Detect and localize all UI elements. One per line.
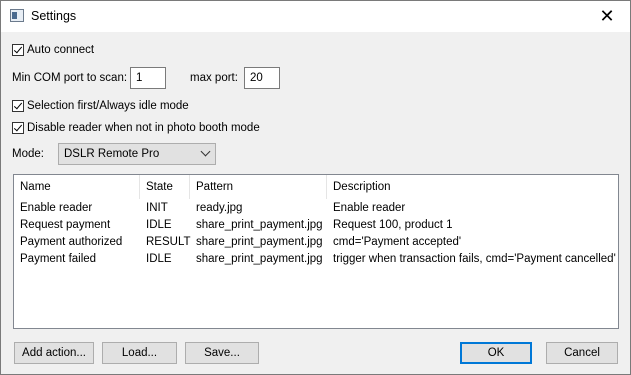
table-row[interactable]: Payment authorized RESULT share_print_pa…: [14, 234, 618, 251]
min-com-port-input[interactable]: [130, 67, 166, 89]
column-header-state[interactable]: State: [140, 175, 190, 199]
row-name: Payment authorized: [20, 236, 123, 248]
ok-button[interactable]: OK: [460, 342, 532, 364]
list-header: Name State Pattern Description: [14, 175, 618, 199]
disable-reader-label: Disable reader when not in photo booth m…: [27, 122, 260, 134]
row-pattern: ready.jpg: [196, 202, 243, 214]
row-state: IDLE: [146, 253, 172, 265]
row-name: Enable reader: [20, 202, 93, 214]
table-row[interactable]: Payment failed IDLE share_print_payment.…: [14, 251, 618, 268]
max-port-input[interactable]: [244, 67, 280, 89]
table-row[interactable]: Request payment IDLE share_print_payment…: [14, 217, 618, 234]
disable-reader-checkbox[interactable]: Disable reader when not in photo booth m…: [12, 122, 260, 134]
selection-first-label: Selection first/Always idle mode: [27, 100, 189, 112]
row-state: RESULT: [146, 236, 191, 248]
save-button[interactable]: Save...: [185, 342, 259, 364]
column-header-name[interactable]: Name: [14, 175, 140, 199]
row-pattern: share_print_payment.jpg: [196, 253, 323, 265]
min-com-label: Min COM port to scan:: [12, 72, 128, 84]
close-button[interactable]: ✕: [584, 1, 630, 32]
window-title: Settings: [31, 9, 77, 23]
row-description: Enable reader: [333, 202, 406, 214]
settings-app-icon: [10, 9, 24, 22]
settings-dialog: Settings ✕ Auto connect Min COM port to …: [0, 0, 631, 375]
mode-select[interactable]: DSLR Remote Pro: [58, 143, 216, 165]
auto-connect-checkbox[interactable]: Auto connect: [12, 44, 94, 56]
row-description: trigger when transaction fails, cmd='Pay…: [333, 253, 616, 265]
row-description: Request 100, product 1: [333, 219, 453, 231]
row-pattern: share_print_payment.jpg: [196, 236, 323, 248]
column-header-pattern[interactable]: Pattern: [190, 175, 327, 199]
table-row[interactable]: Enable reader INIT ready.jpg Enable read…: [14, 200, 618, 217]
title-bar: Settings ✕: [1, 1, 630, 32]
checkmark-icon: [12, 122, 24, 134]
mode-select-value: DSLR Remote Pro: [64, 148, 160, 160]
selection-first-checkbox[interactable]: Selection first/Always idle mode: [12, 100, 189, 112]
mode-label: Mode:: [12, 148, 44, 160]
add-action-button[interactable]: Add action...: [14, 342, 94, 364]
checkmark-icon: [12, 100, 24, 112]
row-state: IDLE: [146, 219, 172, 231]
max-port-label: max port:: [190, 72, 238, 84]
column-header-description[interactable]: Description: [327, 175, 618, 199]
row-state: INIT: [146, 202, 168, 214]
load-button[interactable]: Load...: [102, 342, 177, 364]
row-name: Payment failed: [20, 253, 97, 265]
checkmark-icon: [12, 44, 24, 56]
row-name: Request payment: [20, 219, 111, 231]
row-pattern: share_print_payment.jpg: [196, 219, 323, 231]
cancel-button[interactable]: Cancel: [546, 342, 618, 364]
row-description: cmd='Payment accepted': [333, 236, 462, 248]
auto-connect-label: Auto connect: [27, 44, 95, 56]
chevron-down-icon: [200, 146, 211, 157]
actions-list[interactable]: Name State Pattern Description Enable re…: [13, 174, 619, 329]
